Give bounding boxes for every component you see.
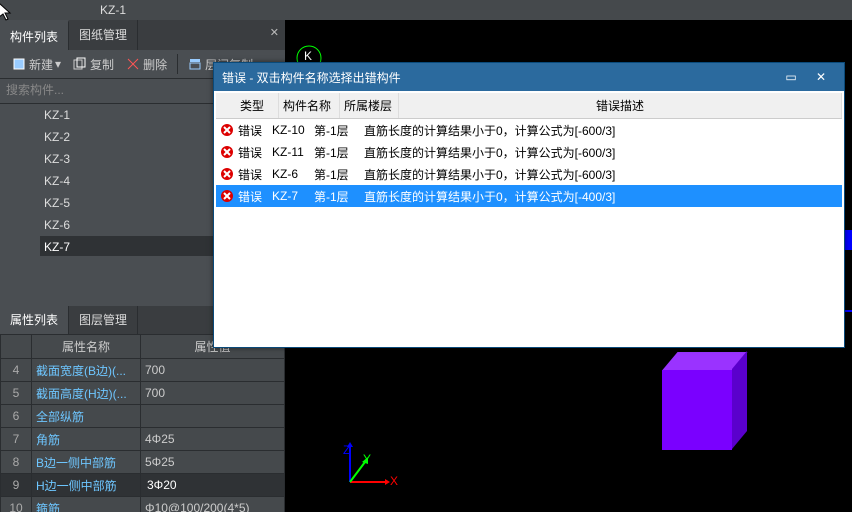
axis-x-label: X [390, 474, 398, 488]
error-floor: 第-1层 [314, 188, 364, 205]
error-row[interactable]: 错误KZ-6第-1层直筋长度的计算结果小于0，计算公式为[-600/3] [216, 163, 842, 185]
error-component: KZ-11 [272, 145, 314, 159]
property-name: H边一侧中部筋 [32, 474, 141, 497]
col-floor[interactable]: 所属楼层 [340, 93, 399, 118]
property-value [141, 405, 285, 428]
new-label: 新建 [29, 56, 53, 73]
dialog-titlebar[interactable]: 错误 - 双击构件名称选择出错构件 ▭ ✕ [214, 63, 844, 91]
panel-close-button[interactable]: ✕ [270, 26, 279, 39]
new-icon [12, 57, 26, 71]
row-number: 9 [1, 474, 32, 497]
property-row[interactable]: 8B边一侧中部筋5Φ25 [1, 451, 285, 474]
property-row[interactable]: 10箍筋Φ10@100/200(4*5) [1, 497, 285, 512]
property-name: 截面宽度(B边)(... [32, 359, 141, 382]
error-type: 错误 [238, 144, 272, 161]
property-name: B边一侧中部筋 [32, 451, 141, 474]
property-value: 4Φ25 [141, 428, 285, 451]
tab-layers[interactable]: 图层管理 [69, 306, 138, 334]
error-floor: 第-1层 [314, 166, 364, 183]
panel-tabs: 构件列表 图纸管理 [0, 20, 285, 50]
property-name: 角筋 [32, 428, 141, 451]
error-desc: 直筋长度的计算结果小于0，计算公式为[-400/3] [364, 188, 615, 205]
property-row[interactable]: 7角筋4Φ25 [1, 428, 285, 451]
error-row[interactable]: 错误KZ-11第-1层直筋长度的计算结果小于0，计算公式为[-600/3] [216, 141, 842, 163]
error-component: KZ-7 [272, 189, 314, 203]
close-button[interactable]: ✕ [806, 67, 836, 87]
property-value: 5Φ25 [141, 451, 285, 474]
error-floor: 第-1层 [314, 122, 364, 139]
error-component: KZ-10 [272, 123, 314, 137]
error-floor: 第-1层 [314, 144, 364, 161]
row-number: 5 [1, 382, 32, 405]
row-number: 6 [1, 405, 32, 428]
property-row[interactable]: 4截面宽度(B边)(...700 [1, 359, 285, 382]
error-table-header: 类型 构件名称 所属楼层 错误描述 [216, 93, 842, 119]
property-value: 700 [141, 359, 285, 382]
col-name: 属性名称 [32, 335, 141, 359]
error-type: 错误 [238, 188, 272, 205]
row-number: 10 [1, 497, 32, 512]
error-type: 错误 [238, 166, 272, 183]
error-desc: 直筋长度的计算结果小于0，计算公式为[-600/3] [364, 144, 615, 161]
minimize-button[interactable]: ▭ [776, 67, 806, 87]
error-icon [220, 167, 234, 181]
error-component: KZ-6 [272, 167, 314, 181]
dialog-title: 错误 - 双击构件名称选择出错构件 [222, 69, 776, 86]
row-number: 7 [1, 428, 32, 451]
property-row[interactable]: 5截面高度(H边)(...700 [1, 382, 285, 405]
error-desc: 直筋长度的计算结果小于0，计算公式为[-600/3] [364, 122, 615, 139]
delete-icon [126, 57, 140, 71]
property-name: 箍筋 [32, 497, 141, 512]
col-component[interactable]: 构件名称 [279, 93, 340, 118]
top-tabstrip: KZ-1 [0, 0, 852, 21]
property-row[interactable]: 6全部纵筋 [1, 405, 285, 428]
purple-cube [662, 370, 732, 450]
property-name: 截面高度(H边)(... [32, 382, 141, 405]
delete-button[interactable]: 删除 [120, 56, 173, 73]
row-number: 4 [1, 359, 32, 382]
dropdown-icon: ▾ [55, 57, 61, 71]
error-dialog: 错误 - 双击构件名称选择出错构件 ▭ ✕ 类型 构件名称 所属楼层 错误描述 … [213, 62, 845, 348]
property-value: Φ10@100/200(4*5) [141, 497, 285, 512]
axis-gizmo [330, 437, 390, 497]
delete-label: 删除 [143, 56, 167, 73]
property-value: 700 [141, 382, 285, 405]
property-table: 属性名称属性值 4截面宽度(B边)(...7005截面高度(H边)(...700… [0, 334, 285, 512]
error-table-body: 错误KZ-10第-1层直筋长度的计算结果小于0，计算公式为[-600/3]错误K… [216, 119, 842, 345]
axis-z-label: Z [343, 443, 350, 457]
axis-y-label: Y [363, 452, 371, 466]
col-type[interactable]: 类型 [236, 93, 279, 118]
property-row[interactable]: 9H边一侧中部筋 [1, 474, 285, 497]
document-tab[interactable]: KZ-1 [88, 1, 138, 19]
copy-label: 复制 [90, 56, 114, 73]
property-name: 全部纵筋 [32, 405, 141, 428]
error-row[interactable]: 错误KZ-10第-1层直筋长度的计算结果小于0，计算公式为[-600/3] [216, 119, 842, 141]
tab-drawings[interactable]: 图纸管理 [69, 20, 138, 50]
property-value-input[interactable] [145, 477, 284, 493]
new-button[interactable]: 新建 ▾ [6, 56, 67, 73]
row-number: 8 [1, 451, 32, 474]
error-icon [220, 123, 234, 137]
error-icon [220, 189, 234, 203]
col-desc[interactable]: 错误描述 [399, 93, 842, 118]
copy-icon [73, 57, 87, 71]
error-row[interactable]: 错误KZ-7第-1层直筋长度的计算结果小于0，计算公式为[-400/3] [216, 185, 842, 207]
tab-attributes[interactable]: 属性列表 [0, 306, 69, 334]
floor-copy-icon [188, 57, 202, 71]
error-type: 错误 [238, 122, 272, 139]
tab-components[interactable]: 构件列表 [0, 20, 69, 50]
error-desc: 直筋长度的计算结果小于0，计算公式为[-600/3] [364, 166, 615, 183]
grid-marker-label: K [304, 49, 312, 63]
error-icon [220, 145, 234, 159]
copy-button[interactable]: 复制 [67, 56, 120, 73]
